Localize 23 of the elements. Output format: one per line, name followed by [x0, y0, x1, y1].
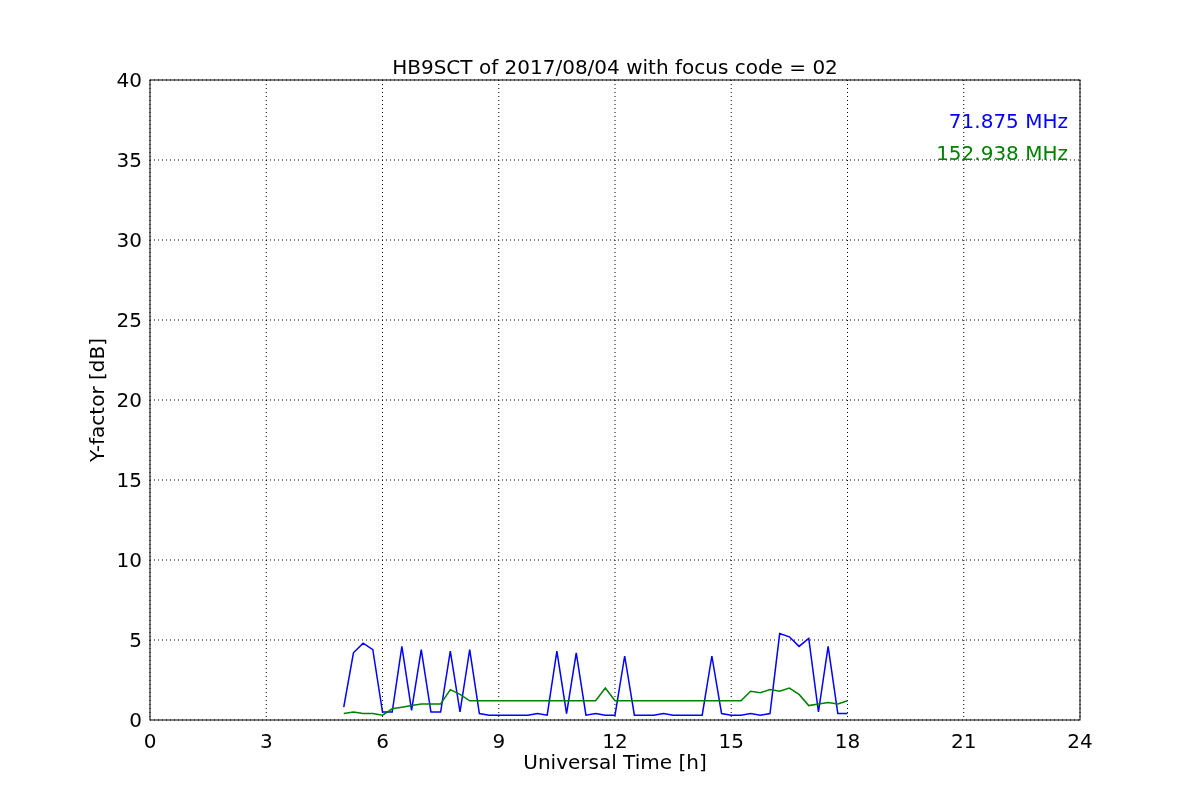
x-tick-label: 0 [143, 729, 157, 753]
x-tick-label: 9 [492, 729, 506, 753]
x-tick-label: 24 [1067, 729, 1093, 753]
y-tick-label: 40 [116, 68, 142, 92]
x-tick-label: 12 [602, 729, 628, 753]
chart-title: HB9SCT of 2017/08/04 with focus code = 02 [392, 55, 838, 79]
y-tick-label: 5 [129, 628, 142, 652]
y-tick-label: 0 [129, 708, 142, 732]
y-axis-label: Y-factor [dB] [85, 338, 109, 462]
x-tick-label: 6 [376, 729, 389, 753]
x-tick-label: 3 [259, 729, 273, 753]
y-tick-label: 35 [116, 148, 142, 172]
legend-label: 152.938 MHz [936, 141, 1068, 165]
x-axis-label: Universal Time [h] [523, 750, 707, 774]
x-tick-label: 18 [834, 729, 861, 753]
x-tick-label: 21 [951, 729, 977, 753]
y-tick-label: 25 [116, 308, 142, 332]
x-tick-label: 15 [718, 729, 744, 753]
y-tick-label: 10 [116, 548, 142, 572]
y-tick-label: 20 [116, 388, 142, 412]
y-tick-label: 30 [116, 228, 142, 252]
y-tick-label: 15 [116, 468, 142, 492]
legend-label: 71.875 MHz [948, 109, 1068, 133]
